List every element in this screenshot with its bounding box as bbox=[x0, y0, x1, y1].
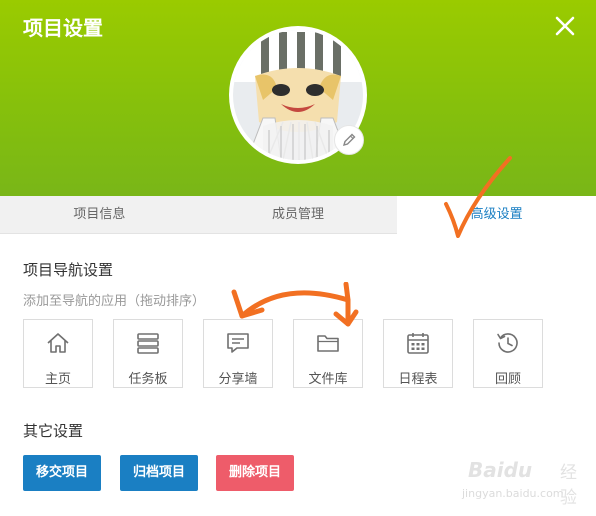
annotation-checkmark bbox=[444, 156, 512, 238]
tab-project-info[interactable]: 项目信息 bbox=[0, 196, 199, 234]
delete-project-button[interactable]: 删除项目 bbox=[216, 455, 295, 491]
nav-app-file-library[interactable]: 文件库 bbox=[293, 319, 363, 388]
watermark-suffix: 经验 bbox=[560, 463, 577, 508]
baidu-watermark: Baidu 经验 jingyan.baidu.com bbox=[462, 450, 592, 512]
archive-project-button[interactable]: 归档项目 bbox=[120, 455, 199, 491]
folder-icon bbox=[317, 335, 339, 352]
nav-app-label: 主页 bbox=[44, 372, 71, 387]
nav-app-home[interactable]: 主页 bbox=[23, 319, 93, 388]
nav-app-label: 任务板 bbox=[128, 372, 168, 387]
watermark-url: jingyan.baidu.com bbox=[462, 487, 564, 500]
transfer-project-button[interactable]: 移交项目 bbox=[23, 455, 102, 491]
calendar-icon bbox=[407, 333, 429, 354]
nav-app-calendar[interactable]: 日程表 bbox=[383, 319, 453, 388]
nav-app-label: 文件库 bbox=[308, 372, 348, 387]
tab-member-management[interactable]: 成员管理 bbox=[198, 196, 398, 234]
nav-app-share-wall[interactable]: 分享墙 bbox=[203, 319, 273, 388]
nav-app-label: 分享墙 bbox=[218, 372, 258, 387]
annotation-swap-arrow bbox=[231, 282, 359, 327]
close-icon[interactable] bbox=[554, 15, 576, 37]
history-icon bbox=[497, 333, 518, 353]
nav-app-label: 日程表 bbox=[398, 372, 438, 387]
share-wall-icon bbox=[227, 333, 249, 353]
nav-app-review[interactable]: 回顾 bbox=[473, 319, 543, 388]
nav-settings-heading: 项目导航设置 bbox=[23, 261, 114, 279]
other-settings-heading: 其它设置 bbox=[23, 422, 84, 440]
home-icon bbox=[47, 333, 69, 353]
nav-app-label: 回顾 bbox=[494, 372, 521, 387]
edit-avatar-button[interactable] bbox=[334, 125, 364, 155]
pencil-icon bbox=[342, 133, 356, 147]
task-board-icon bbox=[137, 333, 159, 354]
dialog-title: 项目设置 bbox=[23, 16, 103, 40]
nav-app-task-board[interactable]: 任务板 bbox=[113, 319, 183, 388]
watermark-brand: Baidu bbox=[468, 458, 533, 482]
nav-settings-hint: 添加至导航的应用（拖动排序） bbox=[23, 294, 206, 309]
